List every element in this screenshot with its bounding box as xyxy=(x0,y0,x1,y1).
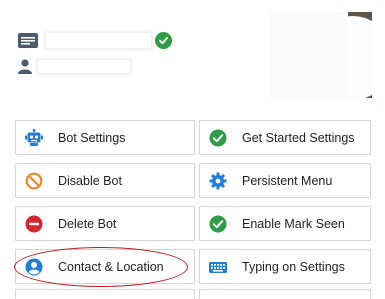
disable-bot-button[interactable]: Disable Bot xyxy=(15,163,195,198)
bot-username-row xyxy=(18,59,130,74)
verified-check-icon xyxy=(155,32,172,49)
keyboard-icon xyxy=(209,258,227,276)
robot-icon xyxy=(25,128,43,147)
bot-username-redacted xyxy=(38,60,130,73)
ban-icon xyxy=(25,172,43,190)
get-started-settings-label: Get Started Settings xyxy=(242,130,355,145)
user-icon xyxy=(18,59,32,74)
get-started-settings-button[interactable]: Get Started Settings xyxy=(199,120,371,155)
minus-circle-icon xyxy=(25,215,43,233)
bot-name-row xyxy=(18,32,172,49)
partial-button-right[interactable] xyxy=(199,289,371,299)
enable-mark-seen-button[interactable]: Enable Mark Seen xyxy=(199,206,371,241)
persistent-menu-button[interactable]: Persistent Menu xyxy=(199,163,371,198)
bot-settings-button[interactable]: Bot Settings xyxy=(15,120,195,155)
typing-on-settings-button[interactable]: Typing on Settings xyxy=(199,249,371,284)
id-card-icon xyxy=(18,33,38,48)
typing-on-settings-label: Typing on Settings xyxy=(242,259,345,274)
persistent-menu-label: Persistent Menu xyxy=(242,173,333,188)
contact-location-label: Contact & Location xyxy=(58,259,164,274)
check-circle-icon xyxy=(209,215,227,233)
delete-bot-label: Delete Bot xyxy=(58,216,117,231)
contact-location-button[interactable]: Contact & Location xyxy=(15,249,195,284)
partial-button-left[interactable] xyxy=(15,289,195,299)
enable-mark-seen-label: Enable Mark Seen xyxy=(242,216,345,231)
avatar xyxy=(270,12,372,98)
check-circle-icon xyxy=(209,129,227,147)
user-circle-icon xyxy=(25,258,43,276)
disable-bot-label: Disable Bot xyxy=(58,173,122,188)
bot-name-redacted xyxy=(46,33,151,48)
bot-settings-label: Bot Settings xyxy=(58,130,126,145)
delete-bot-button[interactable]: Delete Bot xyxy=(15,206,195,241)
gear-icon xyxy=(209,172,227,190)
